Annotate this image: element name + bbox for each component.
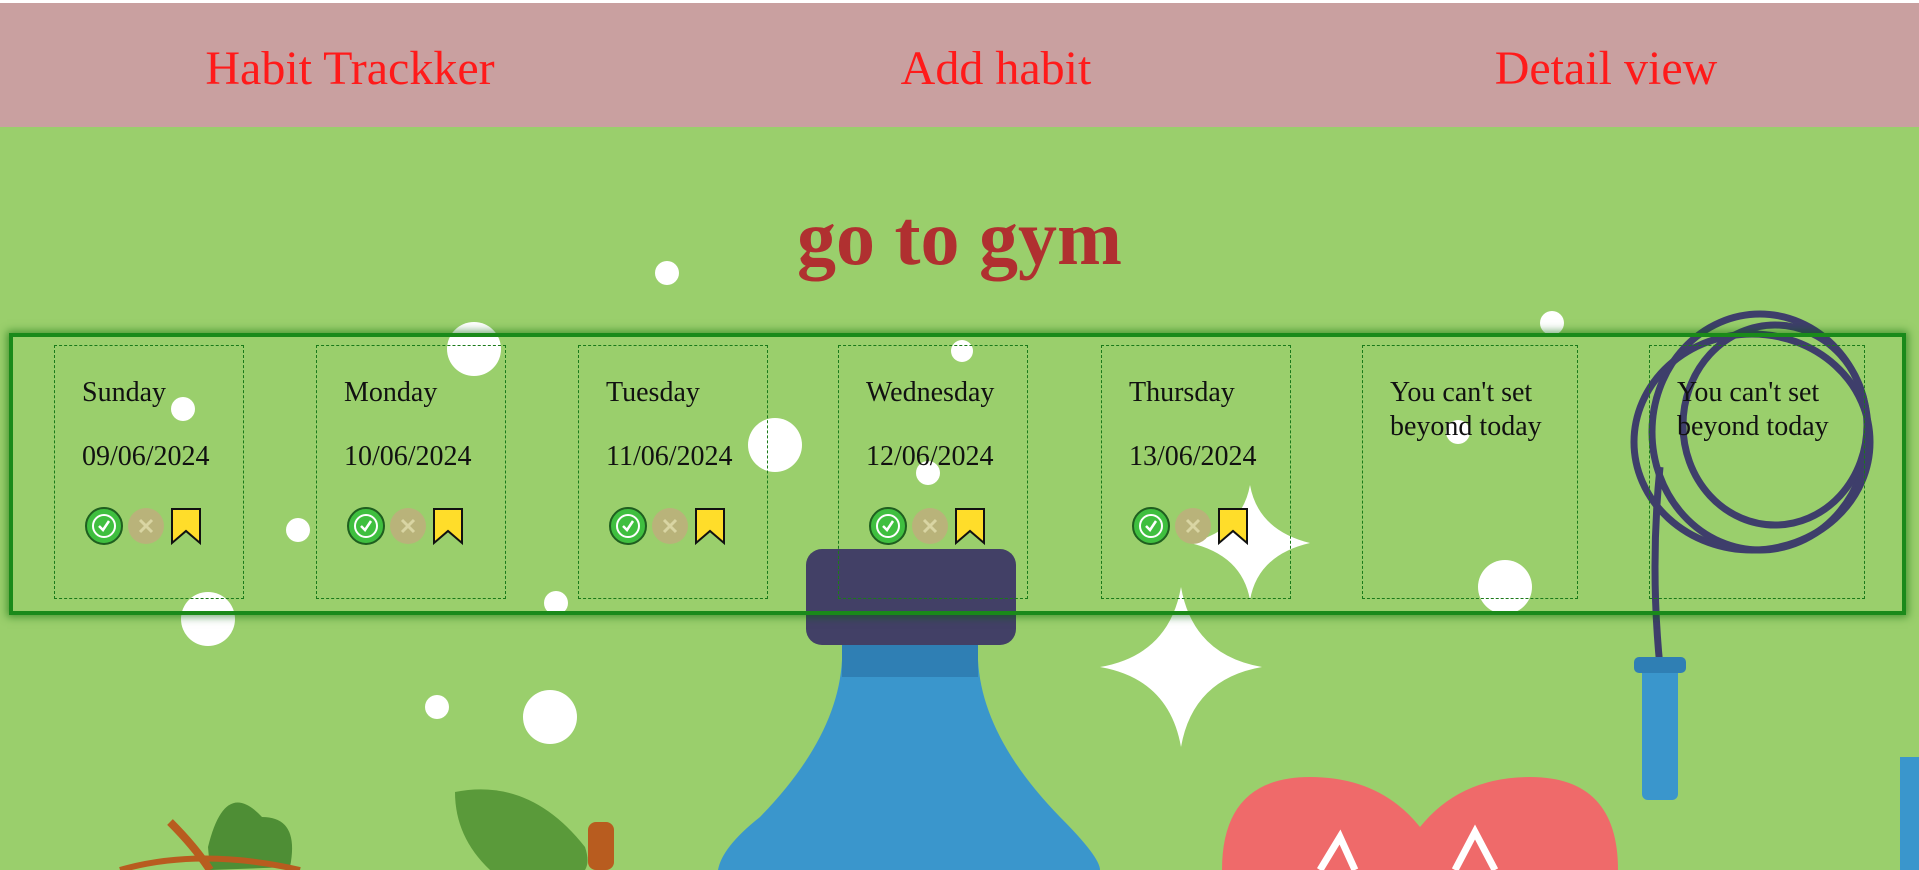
nav-link-detail-view[interactable]: Detail view (1495, 41, 1718, 97)
main-area: go to gym Sunday 09/06/2024 Monday 10/06… (0, 127, 1919, 870)
day-date: 12/06/2024 (866, 441, 994, 472)
week-row: Sunday 09/06/2024 Monday 10/06/2024 Tues… (9, 333, 1906, 615)
bookmark-icon[interactable] (1217, 506, 1249, 546)
check-circle-icon[interactable] (608, 506, 648, 546)
check-circle-icon[interactable] (868, 506, 908, 546)
bookmark-icon[interactable] (432, 506, 464, 546)
x-circle-icon[interactable] (388, 506, 428, 546)
day-name: Wednesday (866, 377, 995, 408)
day-date: 11/06/2024 (606, 441, 733, 472)
day-card-tuesday: Tuesday 11/06/2024 (578, 345, 768, 599)
bookmark-icon[interactable] (170, 506, 202, 546)
day-card-future-1: You can't set beyond today (1362, 345, 1578, 599)
nav-link-home[interactable]: Habit Trackker (205, 41, 494, 97)
future-day-message: You can't set beyond today (1390, 377, 1542, 442)
day-name: Sunday (82, 377, 166, 408)
day-name: Monday (344, 377, 438, 408)
x-circle-icon[interactable] (1173, 506, 1213, 546)
nav-link-add-habit[interactable]: Add habit (901, 41, 1092, 97)
check-circle-icon[interactable] (84, 506, 124, 546)
day-card-monday: Monday 10/06/2024 (316, 345, 506, 599)
heart-illustration (1222, 777, 1618, 870)
habit-title: go to gym (797, 194, 1122, 281)
day-card-wednesday: Wednesday 12/06/2024 (838, 345, 1028, 599)
leaf-decoration (455, 789, 588, 870)
x-circle-icon[interactable] (126, 506, 166, 546)
bookmark-icon[interactable] (694, 506, 726, 546)
bookmark-icon[interactable] (954, 506, 986, 546)
day-name: Thursday (1129, 377, 1235, 408)
day-date: 10/06/2024 (344, 441, 472, 472)
check-circle-icon[interactable] (346, 506, 386, 546)
navbar: Habit Trackker Add habit Detail view (0, 3, 1919, 127)
day-date: 09/06/2024 (82, 441, 210, 472)
day-card-sunday: Sunday 09/06/2024 (54, 345, 244, 599)
x-circle-icon[interactable] (910, 506, 950, 546)
day-name: Tuesday (606, 377, 700, 408)
day-date: 13/06/2024 (1129, 441, 1257, 472)
x-circle-icon[interactable] (650, 506, 690, 546)
day-card-thursday: Thursday 13/06/2024 (1101, 345, 1291, 599)
future-day-message: You can't set beyond today (1677, 377, 1829, 442)
day-card-future-2: You can't set beyond today (1649, 345, 1865, 599)
check-circle-icon[interactable] (1131, 506, 1171, 546)
